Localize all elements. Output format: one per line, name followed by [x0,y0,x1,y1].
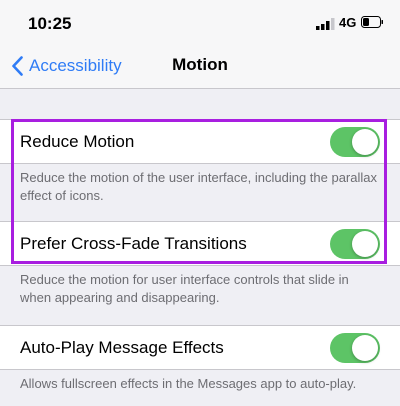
network-label: 4G [339,15,357,30]
toggle-knob [352,128,378,155]
setting-row-reduce-motion: Reduce Motion [0,120,400,163]
setting-footer: Allows fullscreen effects in the Message… [20,376,357,391]
reduce-motion-toggle[interactable] [330,126,380,157]
status-time: 10:25 [28,14,72,33]
setting-footer: Reduce the motion of the user interface,… [20,170,377,203]
group-separator [0,369,400,370]
setting-row-cross-fade: Prefer Cross-Fade Transitions [0,222,400,265]
setting-label: Auto-Play Message Effects [20,337,224,357]
setting-label: Reduce Motion [20,131,135,151]
toggle-knob [352,230,378,257]
setting-row-auto-play: Auto-Play Message Effects [0,326,400,369]
battery-icon [361,16,383,28]
toggle-knob [352,334,378,361]
page-title: Motion [172,55,228,74]
group-separator [0,265,400,266]
setting-footer: Reduce the motion for user interface con… [20,272,349,305]
group-separator [0,163,400,164]
auto-play-toggle[interactable] [330,332,380,363]
cross-fade-toggle[interactable] [330,228,380,259]
setting-label: Prefer Cross-Fade Transitions [20,233,247,253]
status-bar: 10:25 4G [0,0,400,44]
signal-icon [316,18,335,30]
